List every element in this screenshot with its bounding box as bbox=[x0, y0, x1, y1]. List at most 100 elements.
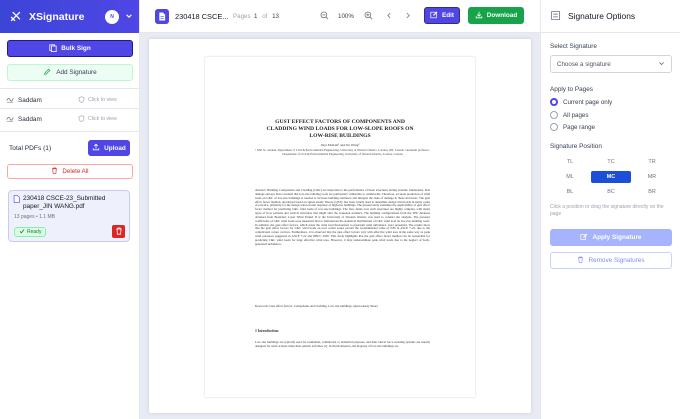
avatar[interactable]: N bbox=[105, 9, 119, 24]
shield-icon bbox=[78, 95, 85, 105]
pdf-page[interactable]: GUST EFFECT FACTORS OF COMPONENTS AND CL… bbox=[205, 57, 475, 397]
remove-signatures-button[interactable]: Remove Signatures bbox=[550, 252, 672, 269]
status-label: Ready bbox=[27, 229, 42, 235]
chevron-left-icon[interactable] bbox=[385, 11, 393, 22]
paper-keywords: Keywords: Gust effect factors, Component… bbox=[255, 304, 379, 308]
edit-label: Edit bbox=[441, 12, 455, 19]
trash-icon bbox=[51, 167, 58, 176]
remove-signatures-label: Remove Signatures bbox=[588, 257, 645, 264]
bulk-sign-button[interactable]: Bulk Sign bbox=[7, 40, 133, 57]
pen-icon bbox=[43, 68, 51, 78]
brand-bar: XSignature N bbox=[0, 0, 139, 33]
edit-icon bbox=[430, 11, 438, 21]
position-grid: TL TC TR ML MC MR BL BC BR bbox=[550, 156, 672, 198]
signature-position-label: Signature Position bbox=[550, 143, 602, 150]
zoom-in-icon[interactable] bbox=[364, 11, 373, 22]
select-signature-label: Select Signature bbox=[550, 43, 597, 50]
total-pdfs-label: Total PDFs (1) bbox=[9, 145, 52, 152]
position-hint: Click a position or drag the signature d… bbox=[550, 204, 664, 217]
radio-button[interactable] bbox=[550, 98, 558, 106]
radio-all-pages[interactable]: All pages bbox=[550, 111, 588, 119]
document-icon bbox=[155, 9, 169, 24]
chevron-down-icon bbox=[658, 60, 665, 69]
divider bbox=[0, 131, 140, 132]
paper-intro: Low-rise buildings are typically used fo… bbox=[255, 340, 430, 348]
view-signature-link[interactable]: Click to view bbox=[78, 95, 117, 105]
signature-select[interactable]: Choose a signature bbox=[550, 55, 672, 73]
radio-page-range[interactable]: Page range bbox=[550, 123, 595, 131]
apply-icon bbox=[580, 233, 588, 243]
bulk-sign-label: Bulk Sign bbox=[61, 45, 91, 52]
position-bl[interactable]: BL bbox=[550, 186, 590, 198]
upload-label: Upload bbox=[104, 144, 126, 152]
download-button[interactable]: Download bbox=[468, 7, 524, 24]
delete-all-label: Delete All bbox=[62, 168, 89, 175]
position-mc[interactable]: MC bbox=[591, 171, 631, 183]
position-bc[interactable]: BC bbox=[591, 186, 631, 198]
panel-title: Signature Options bbox=[568, 11, 636, 21]
delete-all-button[interactable]: Delete All bbox=[7, 164, 133, 179]
sidebar: XSignature N Bulk Sign Add Signature Sad… bbox=[0, 0, 140, 419]
radio-button[interactable] bbox=[550, 111, 558, 119]
app-logo-icon bbox=[6, 8, 24, 26]
paper-abstract: Abstract: Building Components and Claddi… bbox=[255, 188, 430, 246]
toolbar: 230418 CSCE... Pages 1 of 13 100% Edit D… bbox=[140, 0, 540, 33]
apply-signature-label: Apply Signature bbox=[592, 234, 642, 241]
signature-item[interactable]: Saddam Click to view bbox=[0, 112, 140, 126]
position-tr[interactable]: TR bbox=[632, 156, 672, 168]
check-icon bbox=[19, 228, 25, 236]
view-signature-link[interactable]: Click to view bbox=[78, 114, 117, 124]
download-label: Download bbox=[486, 12, 518, 19]
paper-title: GUST EFFECT FACTORS OF COMPONENTS AND CL… bbox=[266, 119, 414, 139]
edit-button[interactable]: Edit bbox=[424, 7, 460, 24]
signature-name: Saddam bbox=[18, 115, 42, 123]
page-indicator[interactable]: 1 of 13 bbox=[254, 13, 279, 20]
section-heading: 1 Introduction bbox=[255, 329, 279, 333]
radio-button[interactable] bbox=[550, 123, 558, 131]
page-container: GUST EFFECT FACTORS OF COMPONENTS AND CL… bbox=[149, 39, 531, 413]
trash-icon bbox=[577, 256, 584, 265]
signature-icon bbox=[6, 95, 14, 105]
upload-icon bbox=[92, 143, 100, 153]
upload-button[interactable]: Upload bbox=[88, 140, 130, 156]
file-name-row: 230418 CSCE-23_Submitted paper_JIN WANG.… bbox=[13, 195, 123, 211]
view-signature-label: Click to view bbox=[88, 97, 117, 103]
app-name: XSignature bbox=[29, 10, 85, 23]
add-signature-label: Add Signature bbox=[56, 69, 97, 76]
zoom-level: 100% bbox=[338, 12, 354, 20]
file-meta: 13 pages • 1.1 MB bbox=[14, 214, 55, 220]
signature-item[interactable]: Saddam Click to view bbox=[0, 93, 140, 107]
add-signature-button[interactable]: Add Signature bbox=[7, 64, 133, 81]
radio-label: All pages bbox=[563, 111, 589, 119]
trash-icon bbox=[115, 227, 123, 237]
paper-affiliation: ¹ M.E.Sc. student, Department of Civil &… bbox=[255, 148, 430, 156]
position-mr[interactable]: MR bbox=[632, 171, 672, 183]
chevron-right-icon[interactable] bbox=[404, 11, 412, 22]
file-card[interactable]: 230418 CSCE-23_Submitted paper_JIN WANG.… bbox=[8, 190, 130, 242]
radio-label: Page range bbox=[563, 123, 595, 131]
signature-name: Saddam bbox=[18, 96, 42, 104]
file-name: 230418 CSCE-23_Submitted paper_JIN WANG.… bbox=[23, 195, 106, 210]
panel-header: Signature Options bbox=[541, 0, 680, 33]
delete-file-button[interactable] bbox=[112, 225, 125, 238]
pdf-file-icon bbox=[13, 195, 20, 211]
position-tc[interactable]: TC bbox=[591, 156, 631, 168]
paper-authors: Jiayi Mohani¹ and Jin Wang¹ bbox=[320, 143, 360, 147]
apply-signature-button[interactable]: Apply Signature bbox=[550, 229, 672, 246]
document-title: 230418 CSCE... bbox=[175, 12, 229, 21]
chevron-down-icon[interactable] bbox=[125, 12, 133, 22]
divider bbox=[0, 88, 140, 89]
bulk-sign-icon bbox=[49, 43, 57, 54]
signature-select-value: Choose a signature bbox=[557, 60, 611, 68]
position-ml[interactable]: ML bbox=[550, 171, 590, 183]
pdf-viewer[interactable]: GUST EFFECT FACTORS OF COMPONENTS AND CL… bbox=[140, 33, 540, 419]
position-br[interactable]: BR bbox=[632, 186, 672, 198]
position-tl[interactable]: TL bbox=[550, 156, 590, 168]
radio-current-page[interactable]: Current page only bbox=[550, 98, 612, 106]
current-page[interactable]: 1 bbox=[254, 13, 257, 20]
divider bbox=[0, 108, 140, 109]
download-icon bbox=[475, 11, 483, 21]
settings-icon bbox=[550, 10, 561, 23]
radio-label: Current page only bbox=[563, 98, 613, 106]
zoom-out-icon[interactable] bbox=[320, 11, 329, 22]
